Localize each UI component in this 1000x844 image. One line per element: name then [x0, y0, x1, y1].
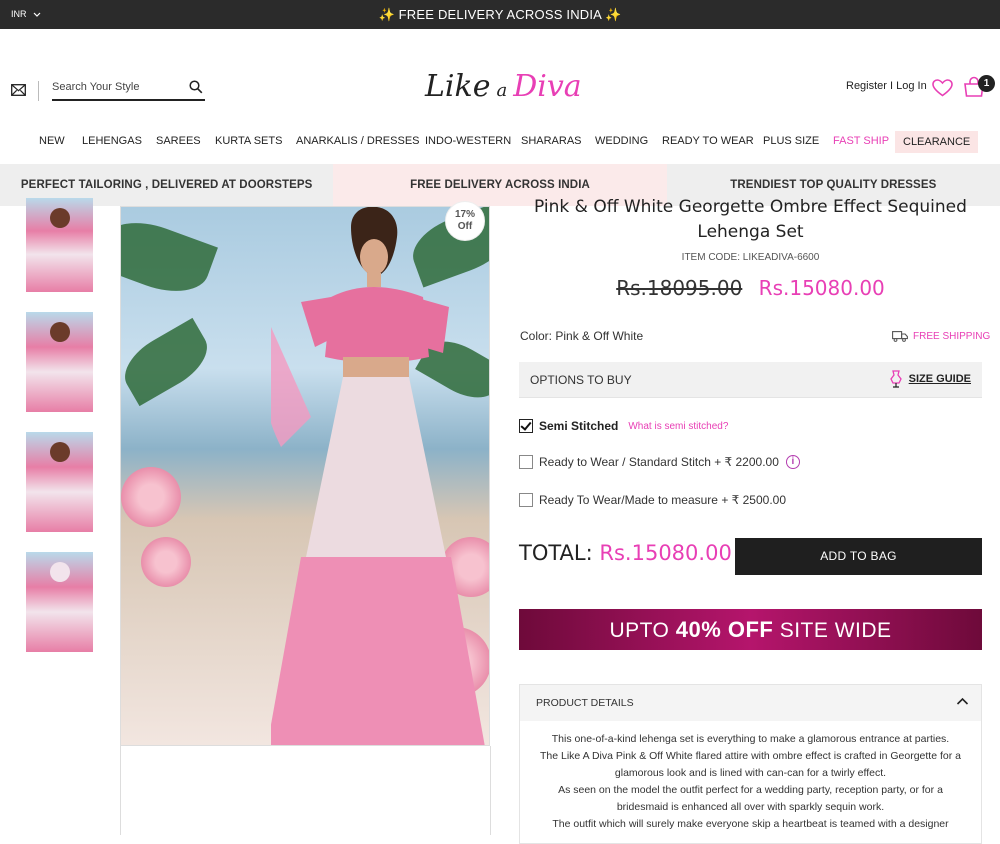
discount-label: Off: [457, 221, 473, 232]
add-to-bag-button[interactable]: ADD TO BAG: [735, 538, 982, 575]
thumbnail-image[interactable]: [26, 312, 93, 412]
promo-banner[interactable]: UPTO 40% OFF SITE WIDE: [519, 609, 982, 650]
logo-text: a: [496, 80, 508, 101]
site-header: Like a Diva Register I Log In 1: [0, 29, 1000, 129]
free-shipping-note: FREE SHIPPING: [892, 331, 990, 342]
search-box: [52, 77, 205, 101]
logo[interactable]: Like a Diva: [425, 69, 582, 115]
checkbox-made-to-measure[interactable]: [519, 493, 533, 507]
old-price: Rs.18095.00: [616, 276, 743, 300]
option-label: Ready To Wear/Made to measure + ₹ 2500.0…: [539, 493, 787, 507]
details-paragraph: As seen on the model the outfit perfect …: [558, 784, 943, 813]
announcement-bar: INR ✨ FREE DELIVERY ACROSS INDIA ✨: [0, 0, 1000, 29]
price-block: Rs.18095.00 Rs.15080.00: [519, 276, 982, 300]
nav-item-kurta-sets[interactable]: KURTA SETS: [215, 135, 282, 147]
total-label: TOTAL:: [519, 541, 593, 565]
register-login-link[interactable]: Register I Log In: [846, 80, 927, 92]
divider: [38, 81, 39, 101]
logo-text: Diva: [513, 69, 582, 104]
promo-highlight: 40% OFF: [675, 617, 774, 642]
thumbnail-image[interactable]: [26, 552, 93, 652]
nav-item-new[interactable]: NEW: [39, 135, 65, 147]
options-to-buy-bar: OPTIONS TO BUY SIZE GUIDE: [519, 362, 982, 398]
mail-icon[interactable]: [11, 84, 26, 96]
nav-item-ready-to-wear[interactable]: READY TO WEAR: [662, 135, 754, 147]
item-code: ITEM CODE: LIKEADIVA-6600: [681, 252, 820, 263]
color-label: Color: Pink & Off White: [520, 329, 644, 343]
discount-percent: 17%: [454, 209, 475, 220]
wishlist-heart-icon[interactable]: [932, 79, 953, 97]
main-nav: NEW LEHENGAS SAREES KURTA SETS ANARKALIS…: [0, 131, 1000, 153]
announcement-message: FREE DELIVERY ACROSS INDIA: [398, 7, 602, 22]
nav-item-clearance[interactable]: CLEARANCE: [895, 131, 979, 153]
nav-item-wedding[interactable]: WEDDING: [595, 135, 648, 147]
info-icon[interactable]: i: [785, 455, 800, 469]
search-icon[interactable]: [189, 80, 203, 94]
nav-item-anarkalis[interactable]: ANARKALIS / DRESSES: [296, 135, 420, 147]
product-details-title: PRODUCT DETAILS: [536, 697, 634, 709]
divider: [490, 746, 491, 835]
option-made-to-measure[interactable]: Ready To Wear/Made to measure + ₹ 2500.0…: [519, 493, 786, 507]
search-input[interactable]: [52, 77, 182, 93]
option-standard-stitch[interactable]: Ready to Wear / Standard Stitch + ₹ 2200…: [519, 455, 800, 469]
sale-price: Rs.15080.00: [758, 276, 885, 300]
size-guide-text: SIZE GUIDE: [908, 373, 971, 385]
nav-item-indo-western[interactable]: INDO-WESTERN: [425, 135, 511, 147]
chevron-up-icon[interactable]: [956, 695, 969, 708]
nav-item-sarees[interactable]: SAREES: [156, 135, 201, 147]
checkbox-standard-stitch[interactable]: [519, 455, 533, 469]
total-value: Rs.15080.00: [599, 541, 732, 565]
details-paragraph: The Like A Diva Pink & Off White flared …: [540, 750, 961, 779]
nav-item-fast-ship[interactable]: FAST SHIP: [833, 135, 889, 147]
promo-text: UPTO: [609, 619, 676, 642]
product-main-image[interactable]: [120, 206, 490, 746]
dress-form-icon: [889, 370, 902, 388]
model-figure: [271, 207, 485, 745]
product-details-body: This one-of-a-kind lehenga set is everyt…: [520, 721, 981, 833]
product-details-accordion: PRODUCT DETAILS This one-of-a-kind lehen…: [519, 684, 982, 844]
what-is-semi-stitched-link[interactable]: What is semi stitched?: [628, 421, 728, 432]
thumbnail-image[interactable]: [26, 198, 93, 292]
logo-text: Like: [425, 69, 491, 104]
announcement-text: ✨ FREE DELIVERY ACROSS INDIA ✨: [0, 7, 1000, 23]
total-price: TOTAL: Rs.15080.00: [519, 541, 732, 565]
free-shipping-text: FREE SHIPPING: [913, 331, 991, 342]
size-guide-link[interactable]: SIZE GUIDE: [889, 370, 971, 388]
options-title: OPTIONS TO BUY: [530, 373, 632, 387]
divider: [120, 746, 121, 835]
sparkle-icon: ✨: [605, 7, 622, 22]
option-label: Ready to Wear / Standard Stitch + ₹ 2200…: [539, 455, 779, 469]
thumbnail-image[interactable]: [26, 432, 93, 532]
promo-text: SITE WIDE: [773, 619, 892, 642]
discount-badge: 17% Off: [445, 201, 485, 241]
nav-item-shararas[interactable]: SHARARAS: [521, 135, 582, 147]
option-label: Semi Stitched: [539, 419, 619, 433]
nav-item-plus-size[interactable]: PLUS SIZE: [763, 135, 819, 147]
truck-icon: [892, 331, 908, 342]
details-paragraph: The outfit which will surely make everyo…: [552, 818, 949, 830]
cart-count-badge: 1: [978, 75, 995, 92]
product-title: Pink & Off White Georgette Ombre Effect …: [534, 197, 967, 242]
option-semi-stitched[interactable]: Semi Stitched What is semi stitched?: [519, 419, 728, 433]
checkbox-semi-stitched[interactable]: [519, 419, 533, 433]
details-paragraph: This one-of-a-kind lehenga set is everyt…: [551, 733, 950, 745]
product-details-header[interactable]: PRODUCT DETAILS: [520, 685, 981, 721]
sparkle-icon: ✨: [378, 7, 395, 22]
nav-item-lehengas[interactable]: LEHENGAS: [82, 135, 142, 147]
